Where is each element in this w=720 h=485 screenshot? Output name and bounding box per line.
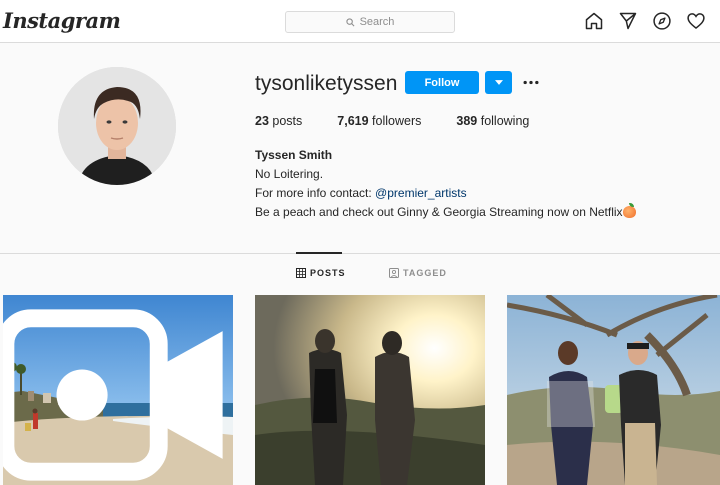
- nav-icons: [584, 11, 706, 31]
- peach-emoji-icon: [622, 203, 636, 218]
- following-count: 389: [456, 114, 478, 128]
- bio-line-3: Be a peach and check out Ginny & Georgia…: [255, 203, 636, 222]
- grid-icon: [296, 268, 306, 278]
- instagram-logo[interactable]: Instagram: [3, 8, 121, 33]
- tab-tagged[interactable]: TAGGED: [389, 268, 447, 278]
- tabs-divider: [0, 253, 720, 254]
- followers-stat-label: followers: [372, 114, 422, 128]
- post-thumbnail[interactable]: [507, 295, 720, 485]
- posts-stat: 23 posts: [255, 114, 302, 128]
- top-nav-bar: Instagram Search: [0, 0, 720, 43]
- search-input[interactable]: Search: [285, 11, 455, 33]
- bio-line-1: No Loitering.: [255, 167, 324, 181]
- profile-bio: Tyssen Smith No Loitering. For more info…: [255, 146, 636, 222]
- tagged-user-icon: [389, 268, 399, 278]
- more-options-button[interactable]: [521, 72, 541, 92]
- activity-heart-icon[interactable]: [686, 11, 706, 31]
- bio-line-3-text: Be a peach and check out Ginny & Georgia…: [255, 205, 623, 219]
- bio-contact-prefix: For more info contact:: [255, 186, 376, 200]
- bio-line-2: For more info contact: @premier_artists: [255, 184, 636, 203]
- profile-stats: 23 posts 7,619 followers 389 following: [255, 114, 564, 128]
- more-dots-icon: [523, 80, 539, 84]
- profile-username: tysonliketyssen: [255, 72, 398, 95]
- posts-count: 23: [255, 114, 269, 128]
- chevron-down-icon: [494, 80, 503, 85]
- tab-posts-label: POSTS: [310, 268, 346, 278]
- profile-avatar[interactable]: [58, 67, 176, 185]
- post-thumbnail[interactable]: [3, 295, 233, 485]
- posts-stat-label: posts: [272, 114, 303, 128]
- profile-full-name: Tyssen Smith: [255, 148, 333, 162]
- followers-count: 7,619: [337, 114, 369, 128]
- followers-stat[interactable]: 7,619 followers: [337, 114, 421, 128]
- bio-mention-link[interactable]: @premier_artists: [375, 186, 467, 200]
- tab-tagged-label: TAGGED: [403, 268, 447, 278]
- direct-icon[interactable]: [618, 11, 638, 31]
- follow-button[interactable]: Follow: [405, 71, 479, 94]
- search-placeholder: Search: [359, 16, 395, 28]
- video-icon: [3, 309, 223, 481]
- following-stat[interactable]: 389 following: [456, 114, 529, 128]
- post-thumbnail[interactable]: [255, 295, 485, 485]
- explore-icon[interactable]: [652, 11, 672, 31]
- home-icon[interactable]: [584, 11, 604, 31]
- suggested-accounts-button[interactable]: [485, 71, 512, 94]
- following-stat-label: following: [480, 114, 530, 128]
- active-tab-indicator: [296, 252, 342, 254]
- tab-posts[interactable]: POSTS: [296, 268, 346, 278]
- search-icon: [345, 17, 355, 26]
